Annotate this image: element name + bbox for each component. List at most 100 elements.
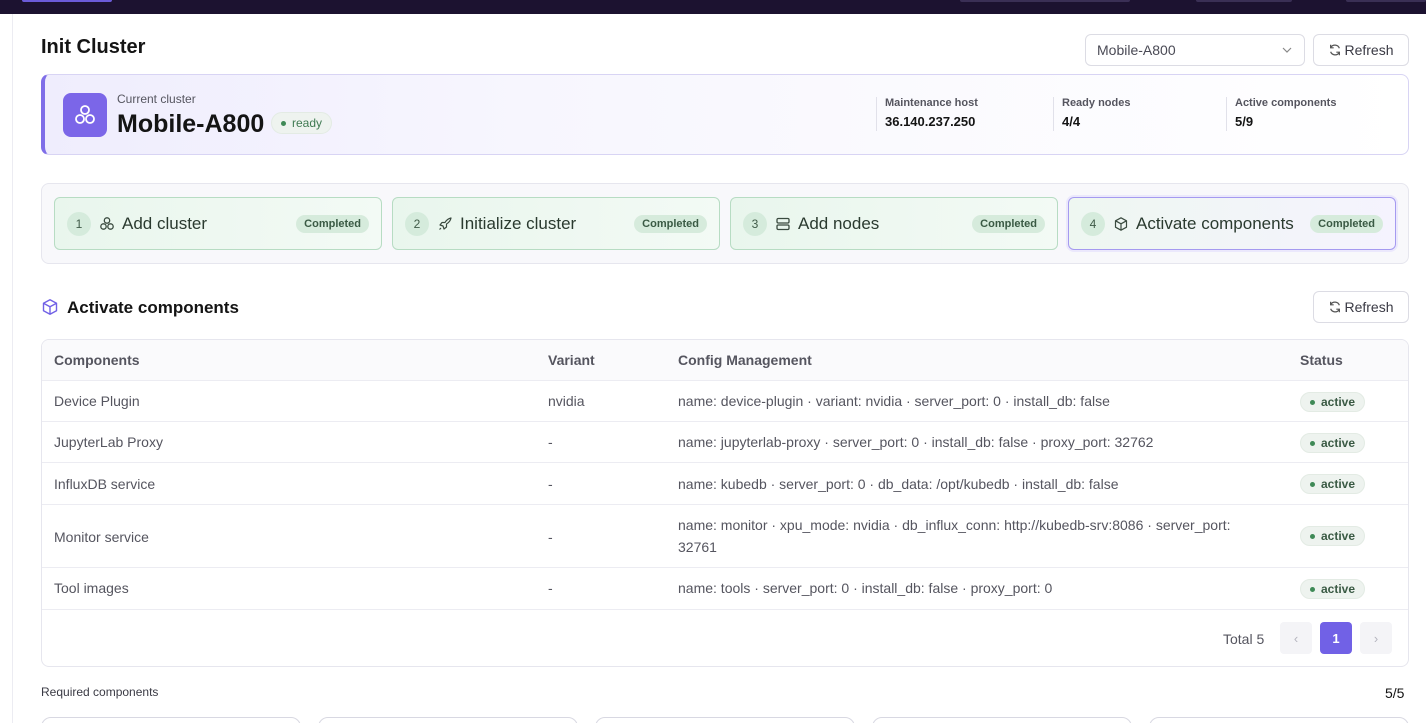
- components-refresh-button[interactable]: Refresh: [1313, 291, 1409, 323]
- required-component-card[interactable]: [41, 717, 301, 723]
- cell-component: Device Plugin: [54, 393, 140, 409]
- status-text: active: [1321, 436, 1356, 450]
- step-title: Add cluster: [122, 213, 208, 233]
- stat-label: Active components: [1235, 97, 1337, 109]
- required-components-label: Required components: [41, 685, 159, 699]
- table-row[interactable]: Device Plugin nvidia name: device-plugin…: [42, 381, 1408, 422]
- refresh-icon: [1330, 44, 1341, 56]
- pagination-page-button[interactable]: 1: [1320, 622, 1352, 654]
- sidebar-edge: [12, 14, 13, 723]
- cell-variant: -: [548, 580, 553, 596]
- step-number: 1: [67, 211, 91, 236]
- cell-variant: -: [548, 434, 553, 450]
- step-number: 2: [405, 211, 429, 236]
- step-title: Activate components: [1136, 213, 1294, 233]
- stat-maintenance-host: Maintenance host 36.140.237.250: [876, 97, 978, 131]
- status-badge: active: [1300, 433, 1366, 453]
- stat-label: Maintenance host: [885, 97, 978, 109]
- table-row[interactable]: Tool images - name: tools · server_port:…: [42, 568, 1408, 610]
- cluster-logo: [63, 93, 107, 137]
- pagination-next-button[interactable]: ›: [1360, 622, 1392, 654]
- column-header-variant[interactable]: Variant: [548, 352, 595, 368]
- package-icon: [42, 299, 58, 315]
- status-badge: active: [1300, 526, 1366, 546]
- stat-active-components: Active components 5/9: [1226, 97, 1336, 131]
- status-dot-icon: [1310, 481, 1315, 487]
- table-header: Components Variant Config Management Sta…: [42, 340, 1408, 381]
- cell-config: name: monitor · xpu_mode: nvidia · db_in…: [678, 517, 1231, 555]
- status-dot-icon: [1310, 586, 1315, 592]
- step-status-badge: Completed: [296, 214, 369, 233]
- rocket-icon: [439, 216, 452, 230]
- column-header-components[interactable]: Components: [54, 352, 140, 368]
- status-badge: active: [1300, 579, 1366, 599]
- step-activate-components[interactable]: 4 Activate components Completed: [1068, 197, 1396, 250]
- stat-value: 36.140.237.250: [885, 114, 976, 129]
- setup-steps: 1 Add cluster Completed 2 Initialize clu…: [41, 183, 1409, 264]
- step-status-badge: Completed: [972, 214, 1045, 233]
- required-component-card[interactable]: [318, 717, 578, 723]
- table-row[interactable]: Monitor service - name: monitor · xpu_mo…: [42, 505, 1408, 568]
- required-component-card[interactable]: [595, 717, 855, 723]
- chevron-down-icon: [1282, 47, 1292, 53]
- status-text: active: [1321, 582, 1356, 596]
- chevron-left-icon: ‹: [1293, 630, 1299, 646]
- cell-component: InfluxDB service: [54, 476, 156, 492]
- refresh-icon: [1330, 301, 1341, 313]
- status-dot-icon: [1310, 399, 1315, 405]
- cell-variant: -: [548, 476, 553, 492]
- cluster-select[interactable]: Mobile-A800: [1085, 34, 1305, 66]
- refresh-button-label: Refresh: [1344, 299, 1394, 315]
- cell-component: Tool images: [54, 580, 129, 596]
- refresh-button-label: Refresh: [1344, 42, 1394, 58]
- cell-variant: -: [548, 529, 553, 545]
- step-add-nodes[interactable]: 3 Add nodes Completed: [730, 197, 1058, 250]
- page-number: 1: [1332, 630, 1340, 646]
- required-component-card[interactable]: [1149, 717, 1409, 723]
- top-nav-bar: [0, 0, 1426, 14]
- cell-config: name: device-plugin · variant: nvidia · …: [678, 393, 1110, 409]
- status-dot-icon: [1310, 440, 1315, 446]
- pagination-total: Total 5: [1223, 631, 1265, 647]
- cell-config: name: tools · server_port: 0 · install_d…: [678, 580, 1053, 596]
- step-title: Initialize cluster: [460, 213, 577, 233]
- cluster-icon: [100, 216, 114, 230]
- cell-component: JupyterLab Proxy: [54, 434, 163, 450]
- status-dot-icon: [281, 120, 286, 126]
- cell-component: Monitor service: [54, 529, 149, 545]
- status-text: active: [1321, 529, 1356, 543]
- column-header-status[interactable]: Status: [1300, 352, 1343, 368]
- table-row[interactable]: InfluxDB service - name: kubedb · server…: [42, 463, 1408, 505]
- stat-ready-nodes: Ready nodes 4/4: [1053, 97, 1130, 131]
- cell-config: name: jupyterlab-proxy · server_port: 0 …: [678, 434, 1154, 450]
- status-text: active: [1321, 477, 1356, 491]
- components-table: Components Variant Config Management Sta…: [41, 339, 1409, 667]
- step-number: 3: [743, 211, 767, 236]
- step-initialize-cluster[interactable]: 2 Initialize cluster Completed: [392, 197, 720, 250]
- stat-value: 5/9: [1235, 114, 1254, 129]
- stat-label: Ready nodes: [1062, 97, 1131, 109]
- column-header-config[interactable]: Config Management: [678, 352, 812, 368]
- required-component-card[interactable]: [872, 717, 1132, 723]
- nav-pill[interactable]: [1196, 0, 1292, 2]
- pagination-prev-button[interactable]: ‹: [1280, 622, 1312, 654]
- step-add-cluster[interactable]: 1 Add cluster Completed: [54, 197, 382, 250]
- step-status-badge: Completed: [1310, 214, 1383, 233]
- step-title: Add nodes: [798, 213, 880, 233]
- step-number: 4: [1081, 211, 1105, 236]
- current-cluster-card: Current cluster Mobile-A800 ready Mainte…: [41, 74, 1409, 155]
- table-row[interactable]: JupyterLab Proxy - name: jupyterlab-prox…: [42, 422, 1408, 463]
- status-dot-icon: [1310, 533, 1315, 539]
- refresh-button[interactable]: Refresh: [1313, 34, 1409, 66]
- cluster-select-value: Mobile-A800: [1097, 42, 1176, 58]
- required-components-count: 5/5: [1385, 685, 1405, 701]
- nav-pill[interactable]: [960, 0, 1130, 2]
- current-cluster-label: Current cluster: [117, 92, 196, 106]
- section-title: Activate components: [67, 298, 239, 317]
- current-cluster-name: Mobile-A800: [117, 110, 265, 138]
- status-badge: active: [1300, 474, 1366, 494]
- cluster-status-badge: ready: [271, 112, 333, 134]
- server-icon: [776, 217, 790, 230]
- nav-pill[interactable]: [1346, 0, 1426, 2]
- page-title: Init Cluster: [41, 36, 146, 58]
